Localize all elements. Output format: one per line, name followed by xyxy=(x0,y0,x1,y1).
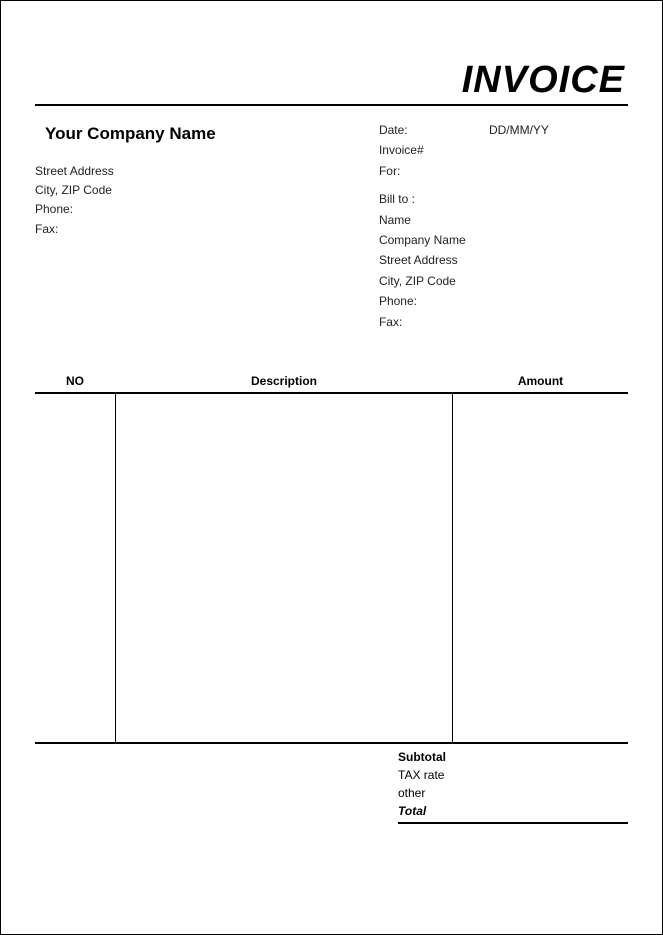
tax-rate-label: TAX rate xyxy=(398,766,628,784)
column-header-amount: Amount xyxy=(453,370,628,392)
company-street: Street Address xyxy=(35,162,379,181)
company-city-zip: City, ZIP Code xyxy=(35,181,379,200)
title-rule xyxy=(35,104,628,106)
table-footer-rule xyxy=(35,742,628,744)
totals-rule xyxy=(398,822,628,824)
bill-to-fax-label: Fax: xyxy=(379,312,628,332)
bill-to-phone-label: Phone: xyxy=(379,291,628,311)
bill-to-street: Street Address xyxy=(379,250,628,270)
company-fax-label: Fax: xyxy=(35,220,379,239)
company-phone-label: Phone: xyxy=(35,200,379,219)
table-body xyxy=(35,394,628,742)
company-name: Your Company Name xyxy=(35,120,379,144)
column-header-no: NO xyxy=(35,370,115,392)
subtotal-label: Subtotal xyxy=(398,748,628,766)
for-label: For: xyxy=(379,161,489,181)
date-value: DD/MM/YY xyxy=(489,120,549,140)
invoice-number-label: Invoice# xyxy=(379,140,489,160)
bill-to-company: Company Name xyxy=(379,230,628,250)
bill-to-city-zip: City, ZIP Code xyxy=(379,271,628,291)
column-header-description: Description xyxy=(115,370,453,392)
table-divider-2 xyxy=(452,394,453,742)
other-label: other xyxy=(398,784,628,802)
table-divider-1 xyxy=(115,394,116,742)
invoice-title: INVOICE xyxy=(35,31,628,104)
date-label: Date: xyxy=(379,120,489,140)
bill-to-heading: Bill to : xyxy=(379,189,628,209)
line-items-table: NO Description Amount xyxy=(35,370,628,744)
total-label: Total xyxy=(398,802,628,820)
bill-to-name: Name xyxy=(379,210,628,230)
